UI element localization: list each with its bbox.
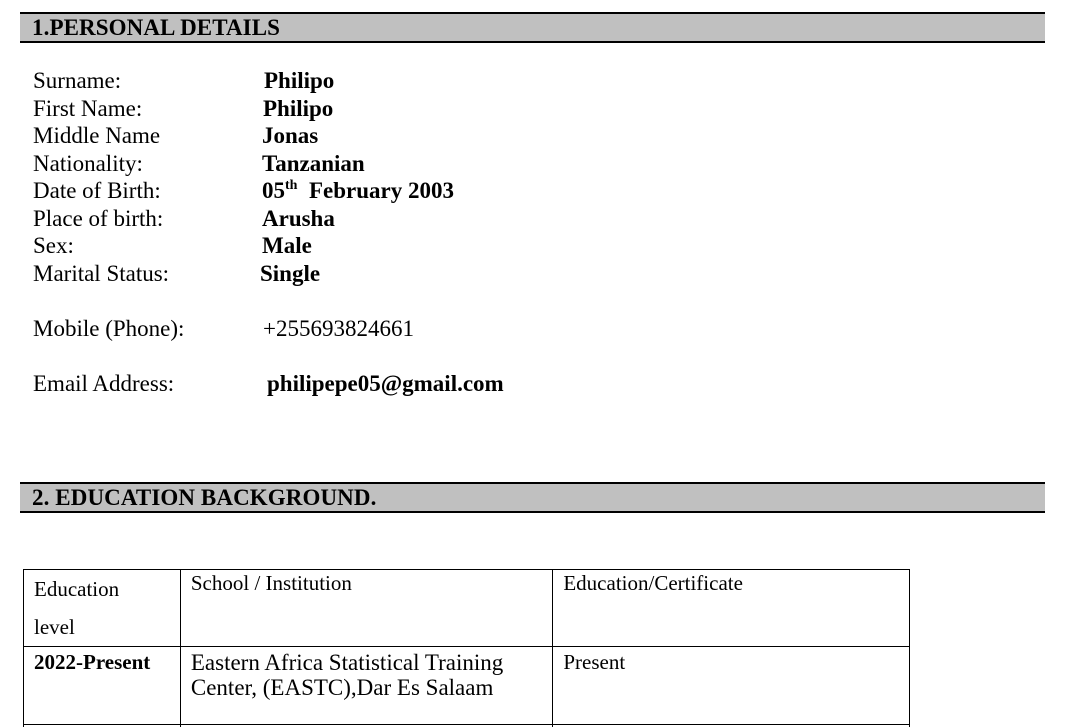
nationality-row: Nationality: Tanzanian: [0, 151, 1070, 179]
marital-status-row: Marital Status: Single: [0, 261, 1070, 289]
row-certificate: Present: [552, 646, 910, 725]
place-of-birth-row: Place of birth: Arusha: [0, 206, 1070, 234]
sex-label: Sex:: [33, 233, 74, 258]
dob-row: Date of Birth: 05th February 2003: [0, 178, 1070, 206]
middle-name-row: Middle Name Jonas: [0, 123, 1070, 151]
nationality-label: Nationality:: [33, 151, 143, 176]
header-school: School / Institution: [179, 569, 554, 647]
surname-value: Philipo: [264, 68, 335, 93]
mobile-label: Mobile (Phone):: [33, 316, 185, 341]
marital-status-label: Marital Status:: [33, 261, 170, 286]
personal-details-title: 1.PERSONAL DETAILS: [32, 15, 281, 40]
nationality-value: Tanzanian: [262, 151, 365, 176]
surname-label: Surname:: [33, 68, 122, 93]
personal-details-header: 1.PERSONAL DETAILS: [20, 12, 1045, 43]
education-background-title: 2. EDUCATION BACKGROUND.: [32, 485, 377, 510]
email-label: Email Address:: [33, 371, 175, 396]
middle-name-value: Jonas: [262, 123, 319, 148]
first-name-row: First Name: Philipo: [0, 96, 1070, 124]
mobile-value: +255693824661: [263, 316, 414, 341]
mobile-row: Mobile (Phone): +255693824661: [0, 316, 1070, 344]
row-education-level: 2022-Present: [23, 646, 181, 725]
dob-label: Date of Birth:: [33, 178, 161, 203]
dob-suffix: th: [285, 178, 298, 193]
header-education-level: Education level: [23, 569, 181, 647]
middle-name-label: Middle Name: [33, 123, 161, 148]
dob-rest: February 2003: [308, 178, 454, 203]
header-certificate: Education/Certificate: [552, 569, 910, 647]
table-row: 2022-Present Eastern Africa Statistical …: [23, 646, 910, 725]
marital-status-value: Single: [260, 261, 321, 286]
place-of-birth-value: Arusha: [262, 206, 335, 231]
education-table-header-row: Education level School / Institution Educ…: [23, 569, 910, 647]
education-background-header: 2. EDUCATION BACKGROUND.: [20, 482, 1045, 513]
sex-row: Sex: Male: [0, 233, 1070, 261]
first-name-label: First Name:: [33, 96, 143, 121]
dob-day: 05: [262, 178, 285, 203]
row-school: Eastern Africa Statistical Training Cente…: [179, 646, 554, 725]
email-row: Email Address: philipepe05@gmail.com: [0, 371, 1070, 399]
first-name-value: Philipo: [263, 96, 334, 121]
dob-value: 05th February 2003: [262, 178, 454, 204]
place-of-birth-label: Place of birth:: [33, 206, 164, 231]
cv-page: 1.PERSONAL DETAILS Surname: Philipo Firs…: [0, 0, 1070, 727]
sex-value: Male: [262, 233, 312, 258]
surname-row: Surname: Philipo: [0, 68, 1070, 96]
email-value: philipepe05@gmail.com: [267, 371, 504, 396]
education-table: Education level School / Institution Educ…: [23, 569, 910, 727]
